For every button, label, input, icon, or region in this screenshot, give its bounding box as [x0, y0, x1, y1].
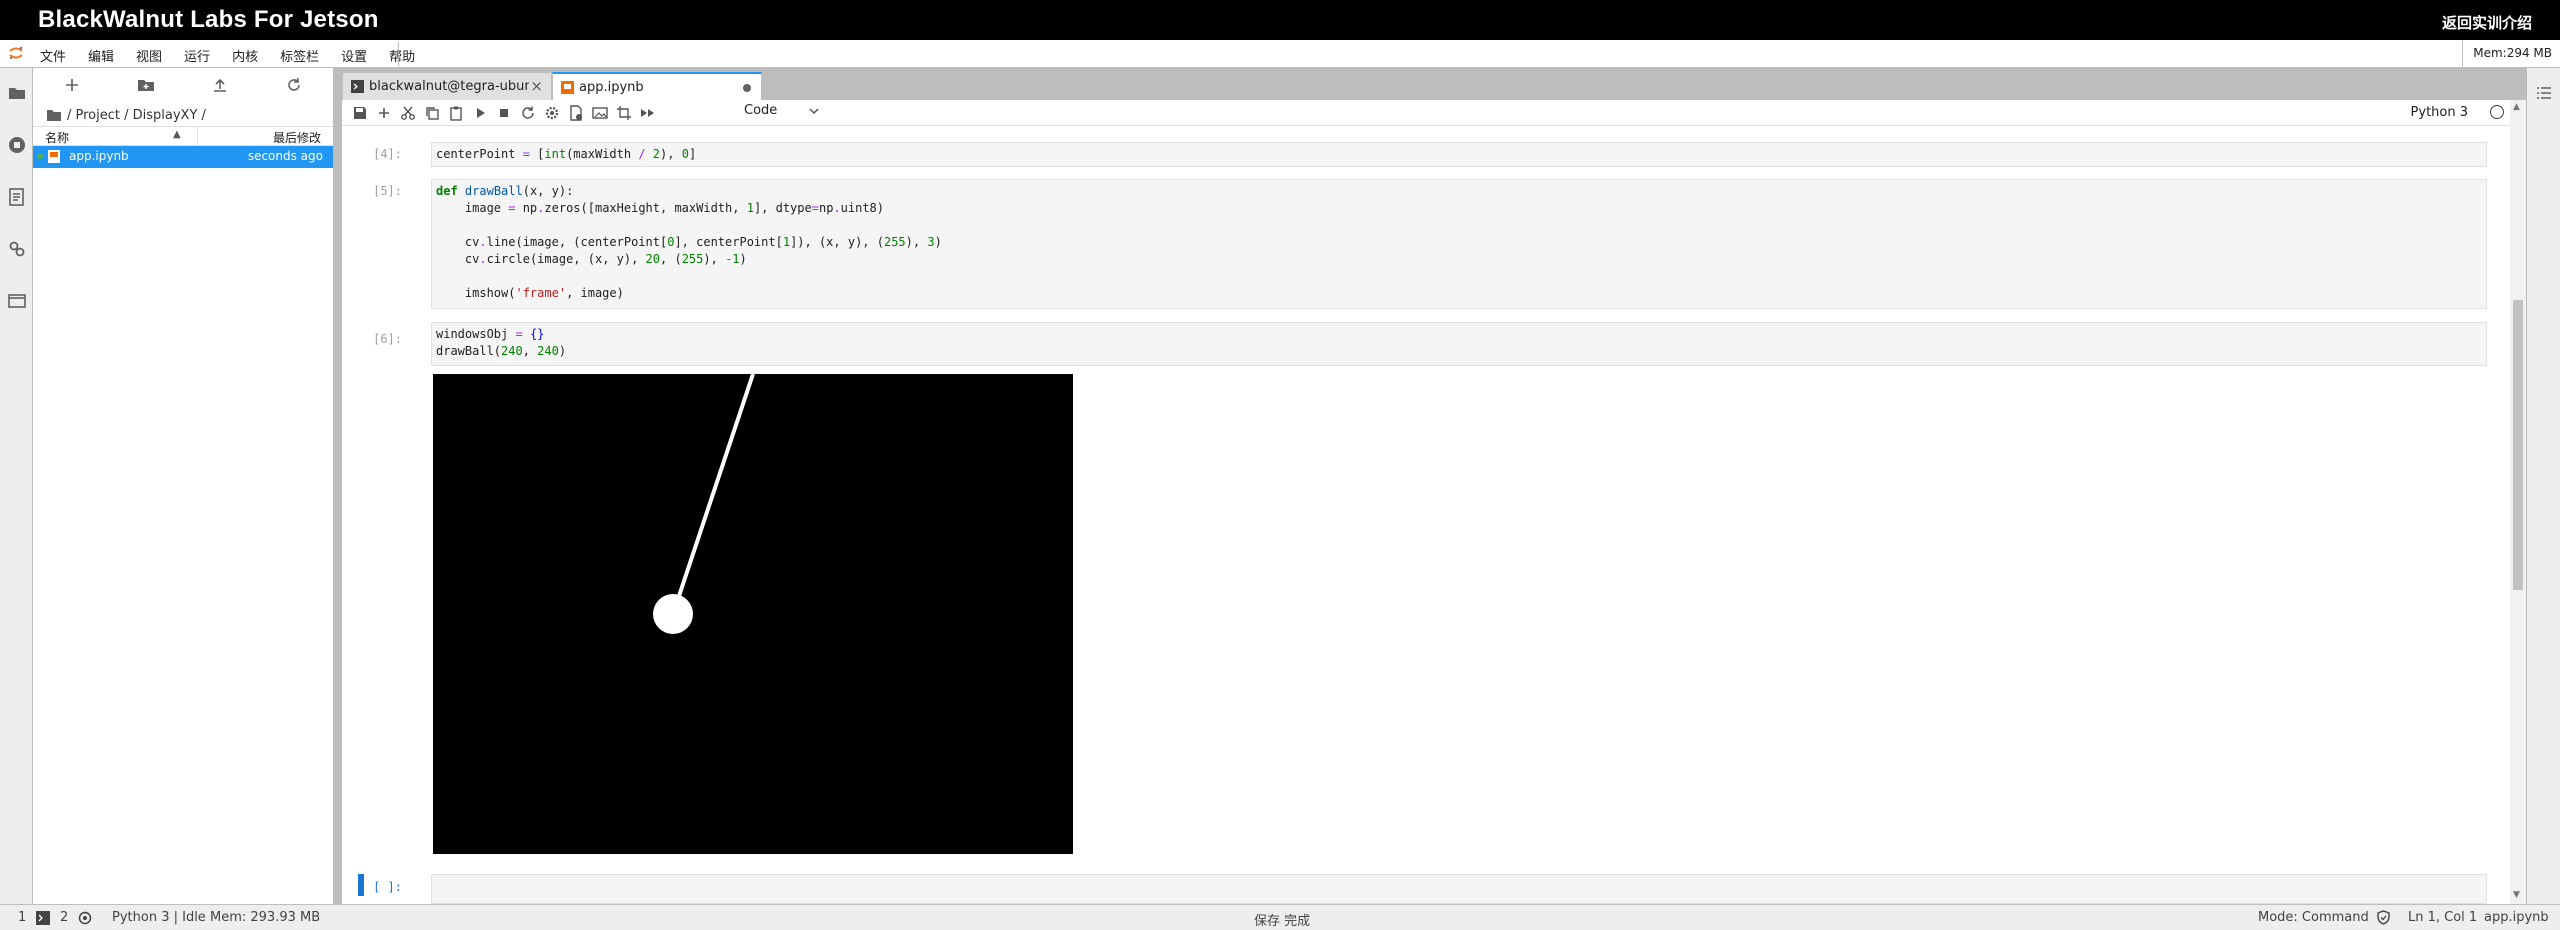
stop-icon[interactable] [496, 105, 512, 121]
breadcrumb-path[interactable]: / Project / DisplayXY / [67, 108, 206, 123]
notebook-icon [48, 150, 60, 163]
cell-type-value: Code [744, 103, 778, 118]
paste-icon[interactable] [448, 105, 464, 121]
tab-label: blackwalnut@tegra-ubuntu: [369, 79, 529, 94]
insert-cell-icon[interactable] [376, 105, 392, 121]
code-editor[interactable]: windowsObj = {} drawBall(240, 240) [431, 322, 2487, 366]
file-list-item[interactable]: app.ipynb seconds ago [33, 146, 333, 168]
memory-indicator: Mem:294 MB [2462, 40, 2560, 67]
menu-kernel[interactable]: 内核 [232, 46, 258, 65]
breadcrumb: / Project / DisplayXY / [33, 104, 333, 126]
property-inspector-icon[interactable] [8, 240, 26, 258]
terminal-count[interactable]: 2 [60, 910, 68, 925]
scroll-up-icon[interactable]: ▲ [2513, 102, 2520, 112]
column-divider [197, 127, 198, 145]
left-sidebar-tabs [0, 68, 33, 904]
menu-divider [398, 42, 399, 66]
notebook-icon [561, 81, 574, 94]
column-name[interactable]: 名称 [45, 129, 69, 146]
crop-icon[interactable] [616, 105, 632, 121]
tab-notebook[interactable]: app.ipynb [552, 72, 762, 101]
menu-view[interactable]: 视图 [136, 46, 162, 65]
open-tabs-icon[interactable] [8, 292, 26, 310]
jupyter-logo-icon [9, 46, 23, 60]
kernel-idle-icon [2490, 105, 2504, 119]
status-bar: 1 2 Python 3 | Idle Mem: 293.93 MB 保存 完成… [0, 904, 2560, 930]
cell-prompt: [4]: [373, 147, 402, 161]
memory-usage: Mem: 293.93 MB [210, 910, 321, 925]
terminal-icon[interactable] [36, 911, 50, 925]
save-status: 保存 完成 [1254, 914, 1311, 929]
cursor-position[interactable]: Ln 1, Col 1 [2408, 910, 2477, 925]
menu-settings[interactable]: 设置 [341, 46, 367, 65]
brand-title: BlackWalnut Labs For Jetson [38, 6, 379, 33]
cut-icon[interactable] [400, 105, 416, 121]
terminal-icon [351, 80, 364, 93]
back-to-intro-link[interactable]: 返回实训介绍 [2442, 12, 2532, 33]
code-editor[interactable] [431, 874, 2487, 904]
mode-indicator[interactable]: Mode: Command [2258, 910, 2369, 925]
notebook-scrollbar[interactable]: ▲ ▼ [2510, 100, 2526, 904]
scrollbar-thumb[interactable] [2513, 300, 2523, 590]
menu-tabs[interactable]: 标签栏 [280, 46, 319, 65]
folder-icon[interactable] [47, 109, 61, 121]
chevron-down-icon [809, 108, 819, 115]
kernel-name[interactable]: Python 3 [2411, 105, 2468, 120]
folder-icon[interactable] [8, 84, 26, 102]
status-count[interactable]: 1 [18, 910, 26, 925]
menu-run[interactable]: 运行 [184, 46, 210, 65]
new-launcher-icon[interactable] [63, 76, 81, 94]
notebook-panel: Code Python 3 [4]: centerPoint = [int(ma… [342, 100, 2526, 904]
right-sidebar-tabs [2526, 68, 2560, 904]
brand-header: BlackWalnut Labs For Jetson 返回实训介绍 [0, 0, 2560, 40]
command-palette-icon[interactable] [8, 188, 26, 206]
menu-bar: 文件 编辑 视图 运行 内核 标签栏 设置 帮助 Mem:294 MB [0, 40, 2560, 68]
notebook-cells: [4]: centerPoint = [int(maxWidth / 2), 0… [342, 126, 2502, 904]
document-tab-bar: blackwalnut@tegra-ubuntu: × app.ipynb [342, 72, 762, 101]
cell-type-dropdown[interactable]: Code [744, 103, 819, 118]
running-sessions-icon[interactable] [8, 136, 26, 154]
sort-ascending-icon[interactable]: ▲ [173, 129, 181, 140]
tab-label: app.ipynb [579, 80, 644, 95]
gear-icon[interactable] [544, 105, 560, 121]
file-list-header: 名称 ▲ 最后修改 [33, 126, 333, 146]
new-folder-icon[interactable] [137, 76, 155, 94]
menu-help[interactable]: 帮助 [389, 46, 415, 65]
notebook-toolbar: Code Python 3 [342, 100, 2518, 126]
file-browser-toolbar [33, 68, 333, 104]
refresh-icon[interactable] [285, 76, 303, 94]
menu-edit[interactable]: 编辑 [88, 46, 114, 65]
run-icon[interactable] [472, 105, 488, 121]
cell-prompt: [6]: [373, 332, 402, 346]
tab-terminal[interactable]: blackwalnut@tegra-ubuntu: × [342, 72, 552, 100]
running-indicator-icon [37, 153, 43, 159]
code-editor[interactable]: def drawBall(x, y): image = np.zeros([ma… [431, 179, 2487, 309]
unsaved-dot-icon[interactable] [743, 84, 751, 92]
file-name: app.ipynb [69, 149, 129, 163]
output-image [433, 373, 1073, 854]
file-browser: / Project / DisplayXY / 名称 ▲ 最后修改 app.ip… [33, 68, 334, 904]
menu-file[interactable]: 文件 [40, 46, 66, 65]
file-modified: seconds ago [247, 149, 323, 163]
trust-shield-icon[interactable] [2376, 910, 2391, 925]
table-of-contents-icon[interactable] [2535, 84, 2553, 102]
copy-icon[interactable] [424, 105, 440, 121]
cell-prompt: [5]: [373, 184, 402, 198]
close-icon[interactable]: × [530, 77, 543, 95]
column-modified[interactable]: 最后修改 [273, 129, 321, 146]
main-dock-area: blackwalnut@tegra-ubuntu: × app.ipynb Co… [334, 68, 2526, 904]
ball-drawing [653, 373, 755, 634]
save-icon[interactable] [352, 105, 368, 121]
restart-icon[interactable] [520, 105, 536, 121]
cell-prompt: [ ]: [373, 880, 402, 894]
upload-icon[interactable] [211, 76, 229, 94]
code-editor[interactable]: centerPoint = [int(maxWidth / 2), 0] [431, 142, 2487, 167]
new-file-icon[interactable] [568, 105, 584, 121]
kernel-status[interactable]: Python 3 | Idle [112, 910, 206, 925]
current-file: app.ipynb [2484, 910, 2549, 925]
kernel-sessions-icon[interactable] [78, 911, 92, 925]
fast-forward-icon[interactable] [640, 105, 656, 121]
scroll-down-icon[interactable]: ▼ [2513, 890, 2520, 900]
image-icon[interactable] [592, 105, 608, 121]
